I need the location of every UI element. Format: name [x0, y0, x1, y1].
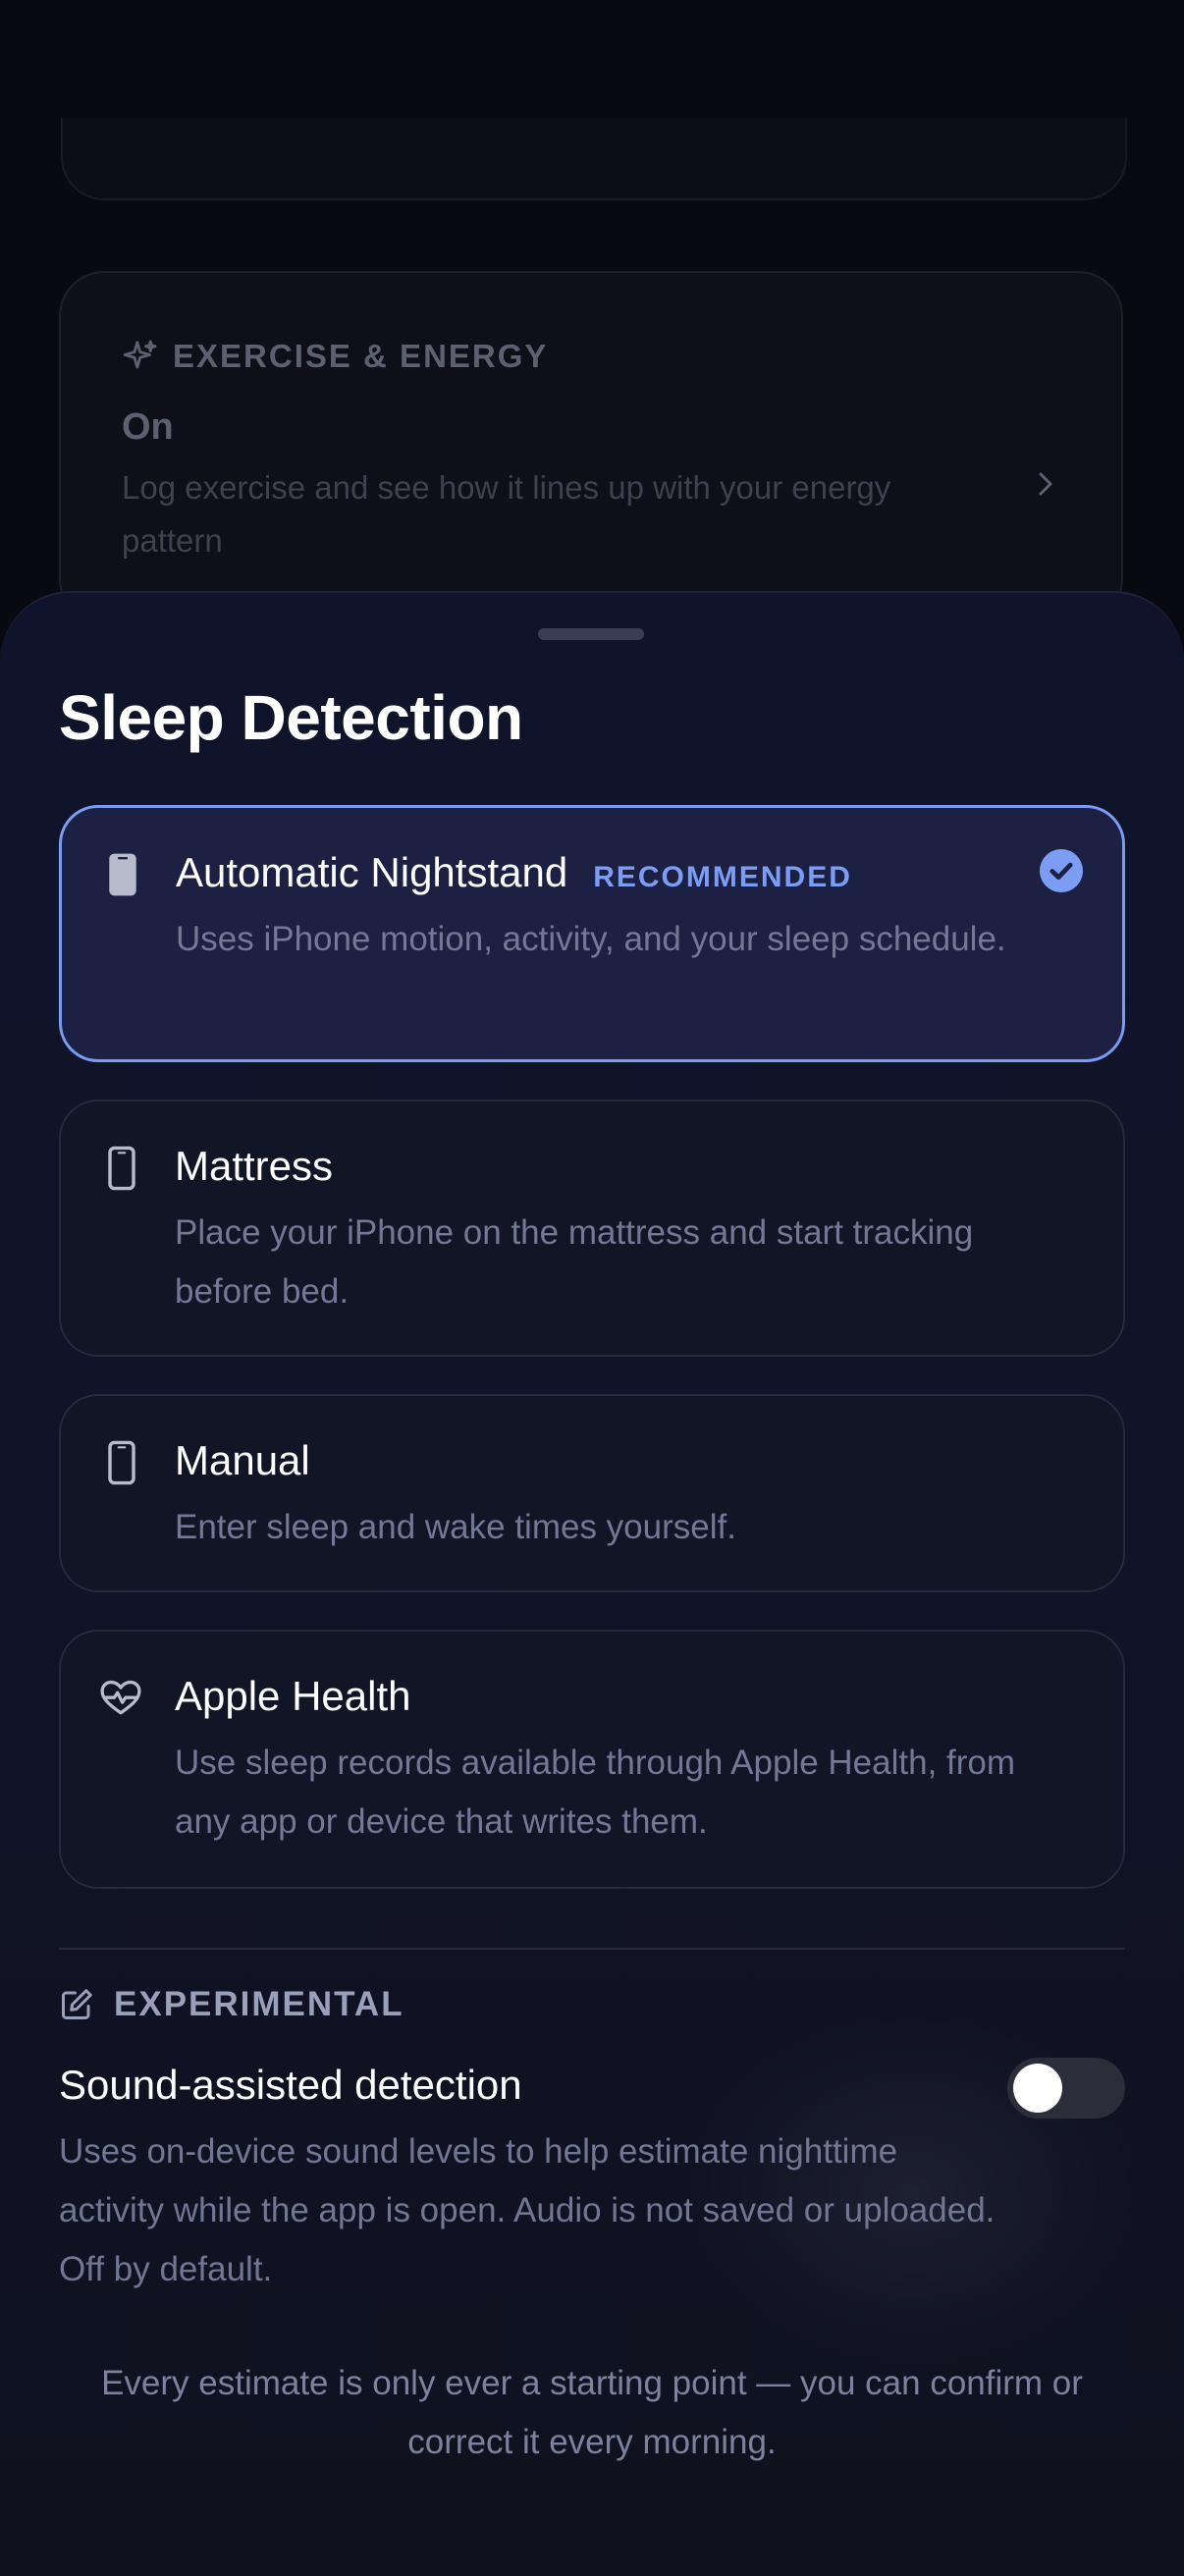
- option-description: Uses iPhone motion, activity, and your s…: [176, 920, 1006, 958]
- exercise-energy-description: Log exercise and see how it lines up wit…: [122, 469, 891, 559]
- exercise-energy-card[interactable]: EXERCISE & ENERGY On Log exercise and se…: [59, 271, 1123, 624]
- section-divider: [59, 1948, 1125, 1950]
- exercise-energy-label: EXERCISE & ENERGY: [173, 338, 549, 374]
- sleep-detection-sheet: Sleep Detection Automatic Nightstand REC…: [0, 591, 1184, 2576]
- option-title: Apple Health: [175, 1673, 411, 1719]
- chevron-right-icon: [1039, 472, 1052, 496]
- phone-outline-icon: [108, 1440, 135, 1485]
- sparkle-icon: [123, 340, 157, 369]
- background-page: EXERCISE & ENERGY On Log exercise and se…: [0, 0, 1184, 628]
- edit-icon: [62, 1989, 92, 2019]
- phone-icon: [109, 853, 136, 896]
- experimental-label: EXPERIMENTAL: [114, 1985, 404, 2023]
- option-description: Place your iPhone on the mattress and st…: [175, 1213, 974, 1311]
- sheet-grabber[interactable]: [538, 628, 644, 640]
- phone-outline-icon: [108, 1146, 135, 1191]
- heart-pulse-icon: [100, 1680, 141, 1715]
- option-title: Automatic Nightstand: [176, 849, 568, 895]
- recommended-badge: RECOMMENDED: [593, 861, 852, 893]
- sound-detection-toggle[interactable]: [1007, 2058, 1125, 2119]
- option-title: Mattress: [175, 1143, 334, 1189]
- option-title: Manual: [175, 1437, 310, 1483]
- exercise-energy-eyebrow: EXERCISE & ENERGY: [122, 338, 548, 375]
- checkmark-icon: [1040, 849, 1083, 892]
- option-mattress[interactable]: Mattress Place your iPhone on the mattre…: [59, 1100, 1125, 1357]
- toggle-knob: [1013, 2064, 1062, 2113]
- option-automatic-nightstand[interactable]: Automatic Nightstand RECOMMENDED Uses iP…: [59, 805, 1125, 1062]
- option-apple-health[interactable]: Apple Health Use sleep records available…: [59, 1630, 1125, 1889]
- option-description: Enter sleep and wake times yourself.: [175, 1508, 736, 1546]
- sound-detection-description: Uses on-device sound levels to help esti…: [59, 2132, 996, 2288]
- experimental-heading: EXPERIMENTAL: [59, 1985, 404, 2024]
- option-description: Use sleep records available through Appl…: [175, 1744, 1016, 1841]
- footer-note: Every estimate is only ever a starting p…: [101, 2364, 1083, 2461]
- option-manual[interactable]: Manual Enter sleep and wake times yourse…: [59, 1394, 1125, 1592]
- exercise-energy-status: On: [122, 406, 174, 448]
- sound-detection-title: Sound-assisted detection: [59, 2062, 522, 2108]
- sheet-title: Sleep Detection: [59, 682, 523, 753]
- previous-card: [61, 118, 1127, 200]
